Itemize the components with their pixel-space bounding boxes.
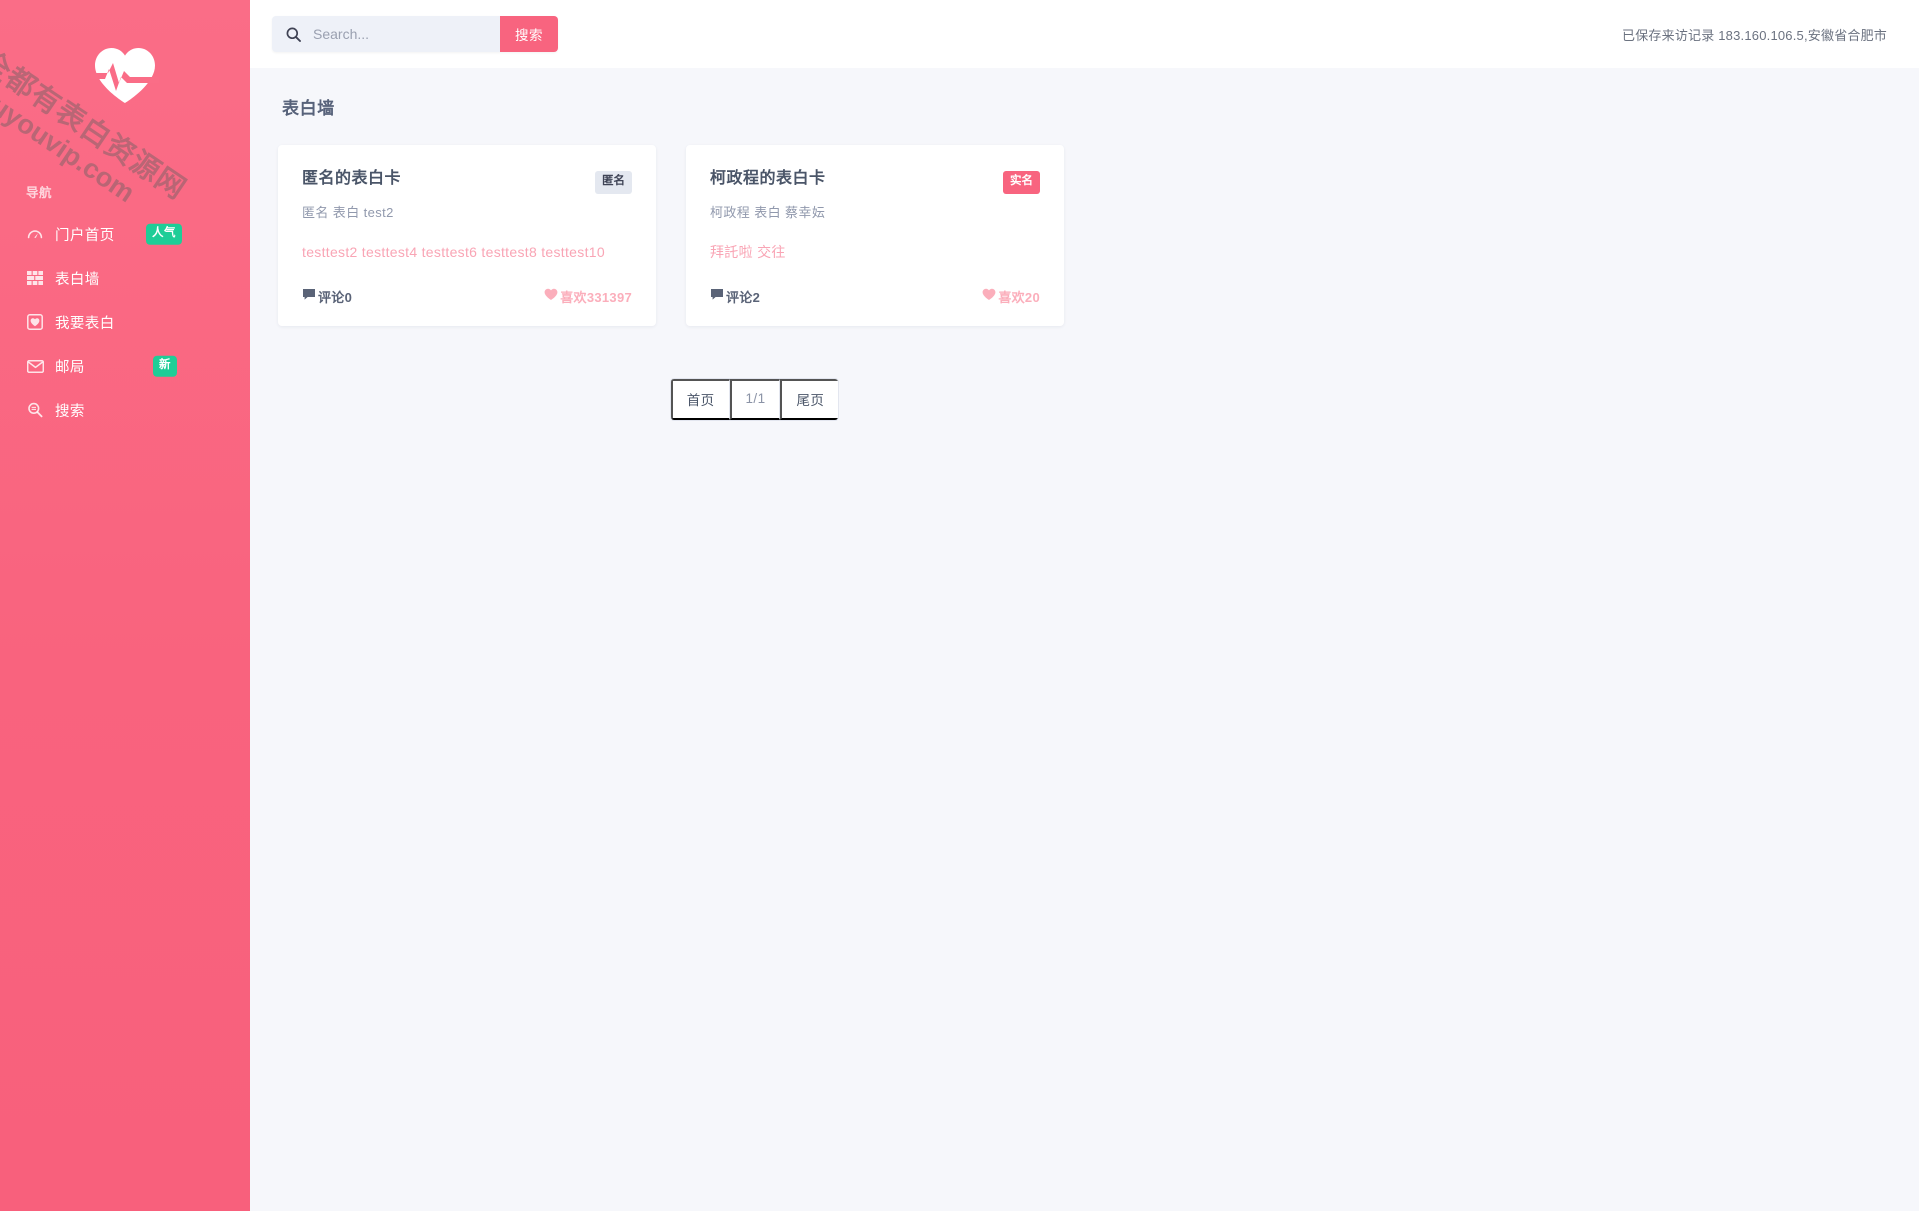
sidebar-logo[interactable] <box>0 38 250 112</box>
search-bar: 搜索 <box>272 16 558 52</box>
sidebar-item-label: 搜索 <box>55 403 85 420</box>
comment-count[interactable]: 评论2 <box>710 287 760 306</box>
card-body-text: testtest2 testtest4 testtest6 testtest8 … <box>302 243 605 260</box>
card-title: 柯政程的表白卡 <box>710 170 826 187</box>
sidebar-item-wall[interactable]: 表白墙 <box>0 256 250 300</box>
card-body-text: 拜託啦 交往 <box>710 243 786 260</box>
app-root: 全都有表白资源网 douyouvip.com 导航 门户首页 人气 表白墙 我要… <box>0 0 1919 1211</box>
sidebar-badge-popular: 人气 <box>146 223 182 245</box>
search-icon <box>286 27 301 42</box>
card-title: 匿名的表白卡 <box>302 170 402 187</box>
sidebar-nav-list: 门户首页 人气 表白墙 我要表白 邮局 新 搜索 <box>0 212 250 432</box>
pagination: 首页 1/1 尾页 <box>669 377 840 421</box>
search-glass-icon <box>27 402 51 418</box>
envelope-icon <box>27 359 51 373</box>
card-footer: 评论2 喜欢20 <box>710 287 1040 306</box>
visit-record-text: 已保存来访记录 183.160.106.5,安徽省合肥市 <box>1622 27 1887 43</box>
comment-icon <box>710 288 726 304</box>
sidebar-item-postoffice[interactable]: 邮局 新 <box>0 344 250 388</box>
sidebar-item-label: 邮局 <box>55 359 85 376</box>
pagination-current-indicator: 1/1 <box>729 378 781 420</box>
search-field[interactable] <box>272 16 500 52</box>
sidebar-item-homepage[interactable]: 门户首页 人气 <box>0 212 250 256</box>
nav-heading: 导航 <box>26 186 53 200</box>
pagination-row: 首页 1/1 尾页 <box>278 377 1231 421</box>
sidebar-item-label: 我要表白 <box>55 315 115 332</box>
sidebar-item-label: 门户首页 <box>55 227 115 244</box>
sidebar-item-search[interactable]: 搜索 <box>0 388 250 432</box>
pagination-last-button[interactable]: 尾页 <box>780 378 839 420</box>
like-count[interactable]: 喜欢20 <box>982 287 1040 306</box>
card-header: 匿名的表白卡 匿名 <box>302 169 632 194</box>
comment-count-label: 评论2 <box>726 289 761 305</box>
sidebar-item-label: 表白墙 <box>55 271 100 288</box>
card-tag-badge: 匿名 <box>595 171 632 194</box>
sidebar-item-confess[interactable]: 我要表白 <box>0 300 250 344</box>
sidebar-badge-new: 新 <box>153 355 177 377</box>
comment-icon <box>302 288 318 304</box>
heart-square-icon <box>27 314 51 330</box>
card-tag-badge: 实名 <box>1003 171 1040 194</box>
like-count[interactable]: 喜欢331397 <box>544 287 632 306</box>
page-title: 表白墙 <box>282 99 335 118</box>
card-header: 柯政程的表白卡 实名 <box>710 169 1040 194</box>
like-count-label: 喜欢20 <box>998 289 1040 305</box>
confession-card[interactable]: 匿名的表白卡 匿名 匿名 表白 test2 testtest2 testtest… <box>278 145 656 326</box>
like-count-label: 喜欢331397 <box>560 289 632 305</box>
search-input[interactable] <box>313 26 473 42</box>
card-footer: 评论0 喜欢331397 <box>302 287 632 306</box>
main-area: 搜索 已保存来访记录 183.160.106.5,安徽省合肥市 表白墙 匿名的表… <box>250 0 1919 1211</box>
wall-grid-icon <box>27 271 51 285</box>
sidebar: 全都有表白资源网 douyouvip.com 导航 门户首页 人气 表白墙 我要… <box>0 0 250 1211</box>
confession-card[interactable]: 柯政程的表白卡 实名 柯政程 表白 蔡幸妘 拜託啦 交往 评论2 喜欢20 <box>686 145 1064 326</box>
heart-icon <box>982 288 998 304</box>
heartbeat-heart-icon <box>91 45 159 105</box>
comment-count-label: 评论0 <box>318 289 353 305</box>
card-subtitle: 柯政程 表白 蔡幸妘 <box>710 204 826 220</box>
heart-icon <box>544 288 560 304</box>
card-subtitle: 匿名 表白 test2 <box>302 204 394 220</box>
tachometer-icon <box>27 226 51 242</box>
search-button[interactable]: 搜索 <box>500 16 558 52</box>
confession-card-grid: 匿名的表白卡 匿名 匿名 表白 test2 testtest2 testtest… <box>278 145 1891 326</box>
pagination-first-button[interactable]: 首页 <box>670 378 730 420</box>
top-bar: 搜索 已保存来访记录 183.160.106.5,安徽省合肥市 <box>250 0 1919 68</box>
comment-count[interactable]: 评论0 <box>302 287 352 306</box>
content-area: 表白墙 匿名的表白卡 匿名 匿名 表白 test2 testtest2 test… <box>250 68 1919 1211</box>
